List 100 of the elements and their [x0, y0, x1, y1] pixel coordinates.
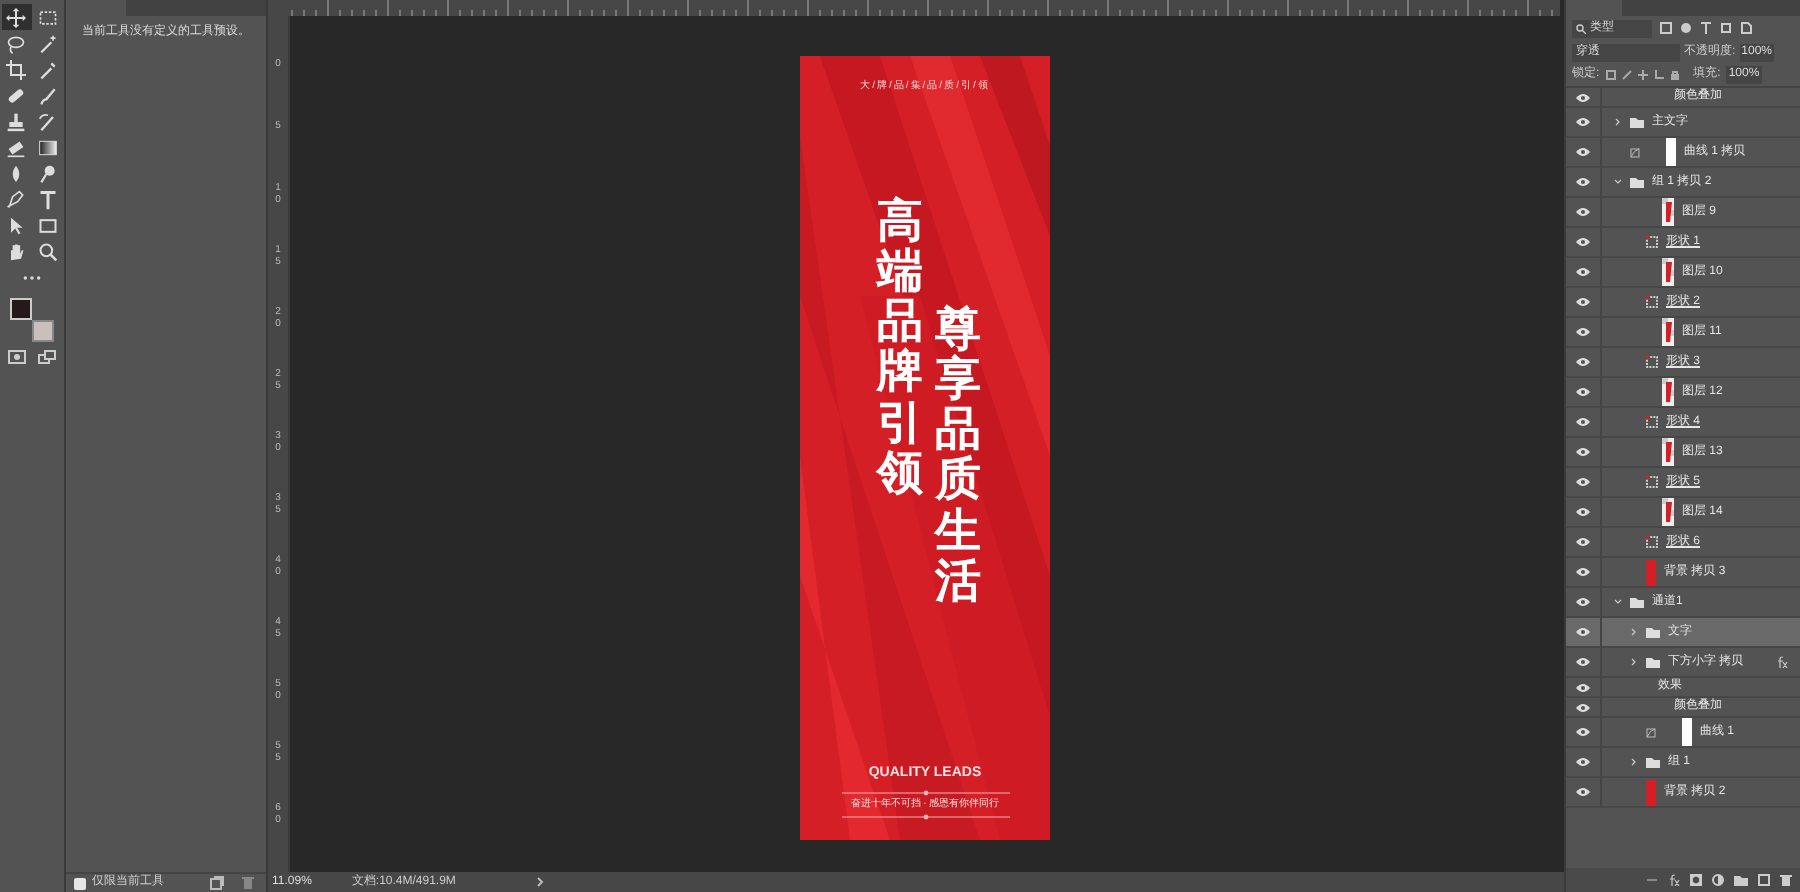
new-preset-icon[interactable]: [210, 876, 224, 890]
folder-icon: [1646, 657, 1660, 667]
eraser-icon: [6, 137, 26, 157]
brush-icon: [38, 111, 58, 131]
smart-object-filter-icon[interactable]: [1740, 22, 1752, 34]
layer-thumbnail: [1662, 258, 1674, 286]
wand-icon: [38, 33, 58, 53]
layer-thumbnail: [1662, 498, 1674, 526]
poster-headline: 高端品牌引领: [877, 195, 923, 502]
eye-icon[interactable]: [1576, 788, 1590, 796]
pen-icon: [6, 189, 26, 209]
poster-headline: 尊享品质生活: [935, 303, 981, 607]
layer-thumbnail: [1662, 438, 1674, 466]
adjustment-filter-icon[interactable]: [1680, 22, 1692, 34]
crop-icon: [6, 59, 26, 79]
eye-icon[interactable]: [1576, 388, 1590, 396]
eye-icon[interactable]: [1576, 448, 1590, 456]
folder-icon: [1630, 177, 1644, 187]
eye-icon[interactable]: [1576, 758, 1590, 766]
mask-thumbnail: [1666, 138, 1676, 166]
brush-icon: [38, 85, 58, 105]
mask-icon[interactable]: [1690, 874, 1702, 886]
background-color-swatch[interactable]: [32, 320, 54, 342]
checkbox[interactable]: [74, 877, 86, 889]
eye-icon[interactable]: [1576, 683, 1590, 691]
chevron-right-icon[interactable]: [1630, 658, 1638, 666]
link-icon[interactable]: [1646, 876, 1658, 884]
eye-icon[interactable]: [1576, 538, 1590, 546]
zoom-icon: [38, 241, 58, 261]
crop-icon[interactable]: [1653, 70, 1664, 80]
eye-icon[interactable]: [1576, 703, 1590, 711]
eye-icon[interactable]: [1576, 658, 1590, 666]
type-tool-icon: [38, 189, 58, 209]
eye-icon[interactable]: [1576, 328, 1590, 336]
folder-icon: [1630, 597, 1644, 607]
eye-icon[interactable]: [1576, 568, 1590, 576]
chevron-right-icon[interactable]: [1630, 758, 1638, 766]
eye-icon[interactable]: [1576, 298, 1590, 306]
eye-icon[interactable]: [1576, 728, 1590, 736]
eye-icon[interactable]: [1576, 268, 1590, 276]
lock-pixels-icon[interactable]: [1605, 70, 1616, 80]
layer-thumbnail: [1646, 559, 1656, 585]
move-tool-button[interactable]: [1, 4, 31, 30]
eye-icon[interactable]: [1576, 148, 1590, 156]
dodge-icon: [38, 163, 58, 183]
shape-icon: [1646, 476, 1658, 488]
hand-icon: [6, 241, 26, 261]
image-filter-icon[interactable]: [1660, 22, 1672, 34]
eye-icon[interactable]: [1576, 598, 1590, 606]
trash-icon[interactable]: [1780, 874, 1792, 886]
new-layer-icon[interactable]: [1758, 874, 1770, 886]
crop-tool-button[interactable]: [1, 56, 31, 82]
curves-icon: [1630, 147, 1640, 157]
eye-icon[interactable]: [1576, 508, 1590, 516]
pointer-icon: [6, 215, 26, 235]
eye-icon[interactable]: [1576, 118, 1590, 126]
quick-mask-icon[interactable]: [8, 350, 26, 364]
layer-thumbnail: [1662, 318, 1674, 346]
chevron-icon[interactable]: [535, 876, 544, 888]
marquee-icon: [38, 7, 58, 27]
eye-icon[interactable]: [1576, 238, 1590, 246]
eye-icon[interactable]: [1576, 628, 1590, 636]
search-icon: [1576, 23, 1586, 33]
chevron-right-icon[interactable]: [1630, 628, 1638, 636]
eyedropper-icon: [38, 59, 58, 79]
adjustment-icon[interactable]: [1712, 874, 1724, 886]
layer-thumbnail: [1646, 779, 1656, 805]
folder-icon: [1630, 117, 1644, 127]
type-filter-icon[interactable]: [1700, 22, 1712, 34]
shape-icon: [1646, 536, 1658, 548]
eye-icon[interactable]: [1576, 418, 1590, 426]
rectangle-icon: [38, 215, 58, 235]
layer-thumbnail: [1662, 378, 1674, 406]
move-icon: [6, 7, 26, 27]
folder-icon[interactable]: [1734, 874, 1748, 886]
shape-icon: [1646, 416, 1658, 428]
lasso-icon: [6, 33, 26, 53]
shape-icon: [1646, 236, 1658, 248]
move-icon[interactable]: [1637, 70, 1648, 80]
eye-icon[interactable]: [1576, 478, 1590, 486]
chevron-down-icon[interactable]: [1614, 178, 1622, 186]
lock-icon[interactable]: [1669, 70, 1680, 80]
curves-icon: [1646, 727, 1656, 737]
eye-icon[interactable]: [1576, 358, 1590, 366]
chevron-down-icon[interactable]: [1614, 598, 1622, 606]
folder-icon: [1646, 627, 1660, 637]
brush-icon[interactable]: [1621, 70, 1632, 80]
shape-icon: [1646, 356, 1658, 368]
eye-icon[interactable]: [1576, 208, 1590, 216]
layer-thumbnail: [1662, 198, 1674, 226]
shape-icon: [1646, 296, 1658, 308]
stamp-icon: [6, 111, 26, 131]
screen-mode-icon[interactable]: [38, 350, 56, 364]
gradient-icon: [38, 137, 58, 157]
eye-icon[interactable]: [1576, 93, 1590, 101]
eye-icon[interactable]: [1576, 178, 1590, 186]
shape-filter-icon[interactable]: [1720, 22, 1732, 34]
chevron-right-icon[interactable]: [1614, 118, 1622, 126]
fx-icon[interactable]: [1668, 874, 1680, 886]
foreground-color-swatch[interactable]: [10, 298, 32, 320]
